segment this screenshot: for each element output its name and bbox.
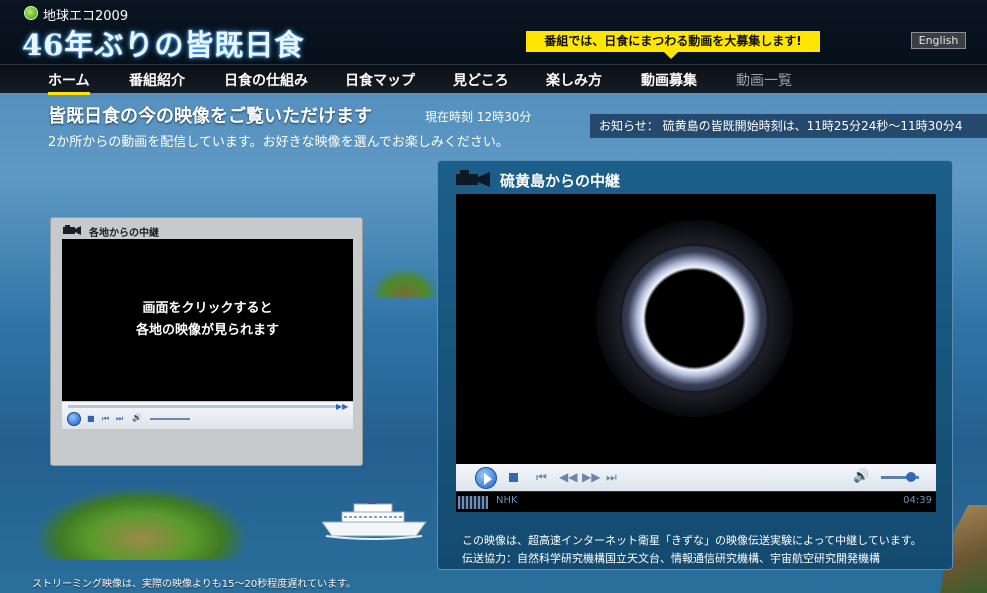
iwo-jima-player: 硫黄島からの中継 ⏮ ◀◀ ▶▶ ⏭ 🔊 NHK 04:39 この映像は、超高速… xyxy=(437,160,953,570)
nav-item-program[interactable]: 番組紹介 xyxy=(129,70,185,90)
regional-player: 各地からの中継 画面をクリックすると 各地の映像が見られます ▶▶ ■ ⏮ ⏭ … xyxy=(50,217,363,466)
regional-player-screen[interactable]: 画面をクリックすると 各地の映像が見られます xyxy=(62,239,353,401)
screen-hint-line1: 画面をクリックすると xyxy=(142,301,273,316)
video-call-banner[interactable]: 番組では、日食にまつわる動画を大募集します! xyxy=(526,31,820,59)
stop-icon[interactable]: ■ xyxy=(87,414,95,423)
streaming-delay-note: ストリーミング映像は、実際の映像よりも15〜20秒程度遅れています。 xyxy=(32,579,356,590)
volume-slider[interactable] xyxy=(150,418,190,420)
main-nav: ホーム 番組紹介 日食の仕組み 日食マップ 見どころ 楽しみ方 動画募集 動画一… xyxy=(0,64,987,95)
page-headline: 皆既日食の今の映像をご覧いただけます xyxy=(48,106,372,127)
description-line1: この映像は、超高速インターネット衛星「きずな」の映像伝送実験によって中継していま… xyxy=(462,534,922,547)
player-status-bar: NHK 04:39 xyxy=(456,491,936,512)
next-icon[interactable]: ⏭ xyxy=(606,470,617,485)
island-illustration xyxy=(372,268,438,298)
seek-bar[interactable] xyxy=(68,405,340,408)
description-line2: 伝送協力：自然科学研究機構国立天文台、情報通信研究機構、宇宙航空研究開発機構 xyxy=(462,552,880,565)
fast-forward-icon[interactable]: ▶▶ xyxy=(582,470,600,484)
page-subline: 2か所からの動画を配信しています。お好きな映像を選んでお楽しみください。 xyxy=(48,135,509,150)
nav-item-map[interactable]: 日食マップ xyxy=(345,70,415,90)
eclipse-video-screen[interactable] xyxy=(456,194,936,464)
iwo-jima-player-title: 硫黄島からの中継 xyxy=(500,172,621,190)
english-button[interactable]: English xyxy=(911,32,966,49)
volume-knob[interactable] xyxy=(906,472,916,482)
notice-ticker[interactable]: お知らせ： 硫黄島の皆既開始時刻は、11時25分24秒〜11時30分4 xyxy=(590,114,987,138)
broadcaster-label: NHK xyxy=(496,495,518,506)
site-title[interactable]: 46年ぶりの皆既日食 xyxy=(22,22,304,64)
previous-icon[interactable]: ⏮ xyxy=(102,414,109,424)
screen-hint-line2: 各地の映像が見られます xyxy=(135,323,279,338)
site-header: 地球エコ2009 46年ぶりの皆既日食 番組では、日食にまつわる動画を大募集しま… xyxy=(0,0,987,64)
nav-item-video-list[interactable]: 動画一覧 xyxy=(736,70,792,90)
elapsed-time: 04:39 xyxy=(903,495,932,506)
stop-icon[interactable] xyxy=(509,473,518,482)
rewind-icon[interactable]: ◀◀ xyxy=(559,470,577,484)
nav-item-enjoy[interactable]: 楽しみ方 xyxy=(546,70,602,90)
nav-item-highlights[interactable]: 見どころ xyxy=(453,70,509,90)
video-camera-icon xyxy=(63,225,81,235)
regional-player-titlebar: 各地からの中継 xyxy=(59,223,349,239)
island-illustration-large xyxy=(36,488,246,560)
play-button[interactable] xyxy=(67,412,81,426)
volume-icon[interactable]: 🔊 xyxy=(853,469,869,484)
video-camera-icon xyxy=(456,170,490,187)
play-button[interactable] xyxy=(475,467,497,489)
next-icon[interactable]: ⏭ xyxy=(116,414,123,424)
nav-item-submit[interactable]: 動画募集 xyxy=(641,70,697,90)
earth-logo-icon xyxy=(24,6,38,20)
fast-forward-icon[interactable]: ▶▶ xyxy=(336,402,348,411)
signal-meter-icon xyxy=(458,496,488,509)
broadcast-description: この映像は、超高速インターネット衛星「きずな」の映像伝送実験によって中継していま… xyxy=(462,532,922,568)
cruise-ship-illustration xyxy=(322,498,427,540)
current-time: 現在時刻 12時30分 xyxy=(425,110,532,124)
regional-player-controls: ▶▶ ■ ⏮ ⏭ 🔊 xyxy=(62,401,353,429)
nav-item-home[interactable]: ホーム xyxy=(48,70,90,95)
eclipse-image xyxy=(622,246,767,391)
previous-icon[interactable]: ⏮ xyxy=(536,470,547,485)
iwo-jima-player-controls: ⏮ ◀◀ ▶▶ ⏭ 🔊 xyxy=(456,464,936,491)
volume-icon[interactable]: 🔊 xyxy=(132,413,142,422)
regional-player-title: 各地からの中継 xyxy=(89,228,159,239)
nav-item-mechanism[interactable]: 日食の仕組み xyxy=(224,70,308,90)
